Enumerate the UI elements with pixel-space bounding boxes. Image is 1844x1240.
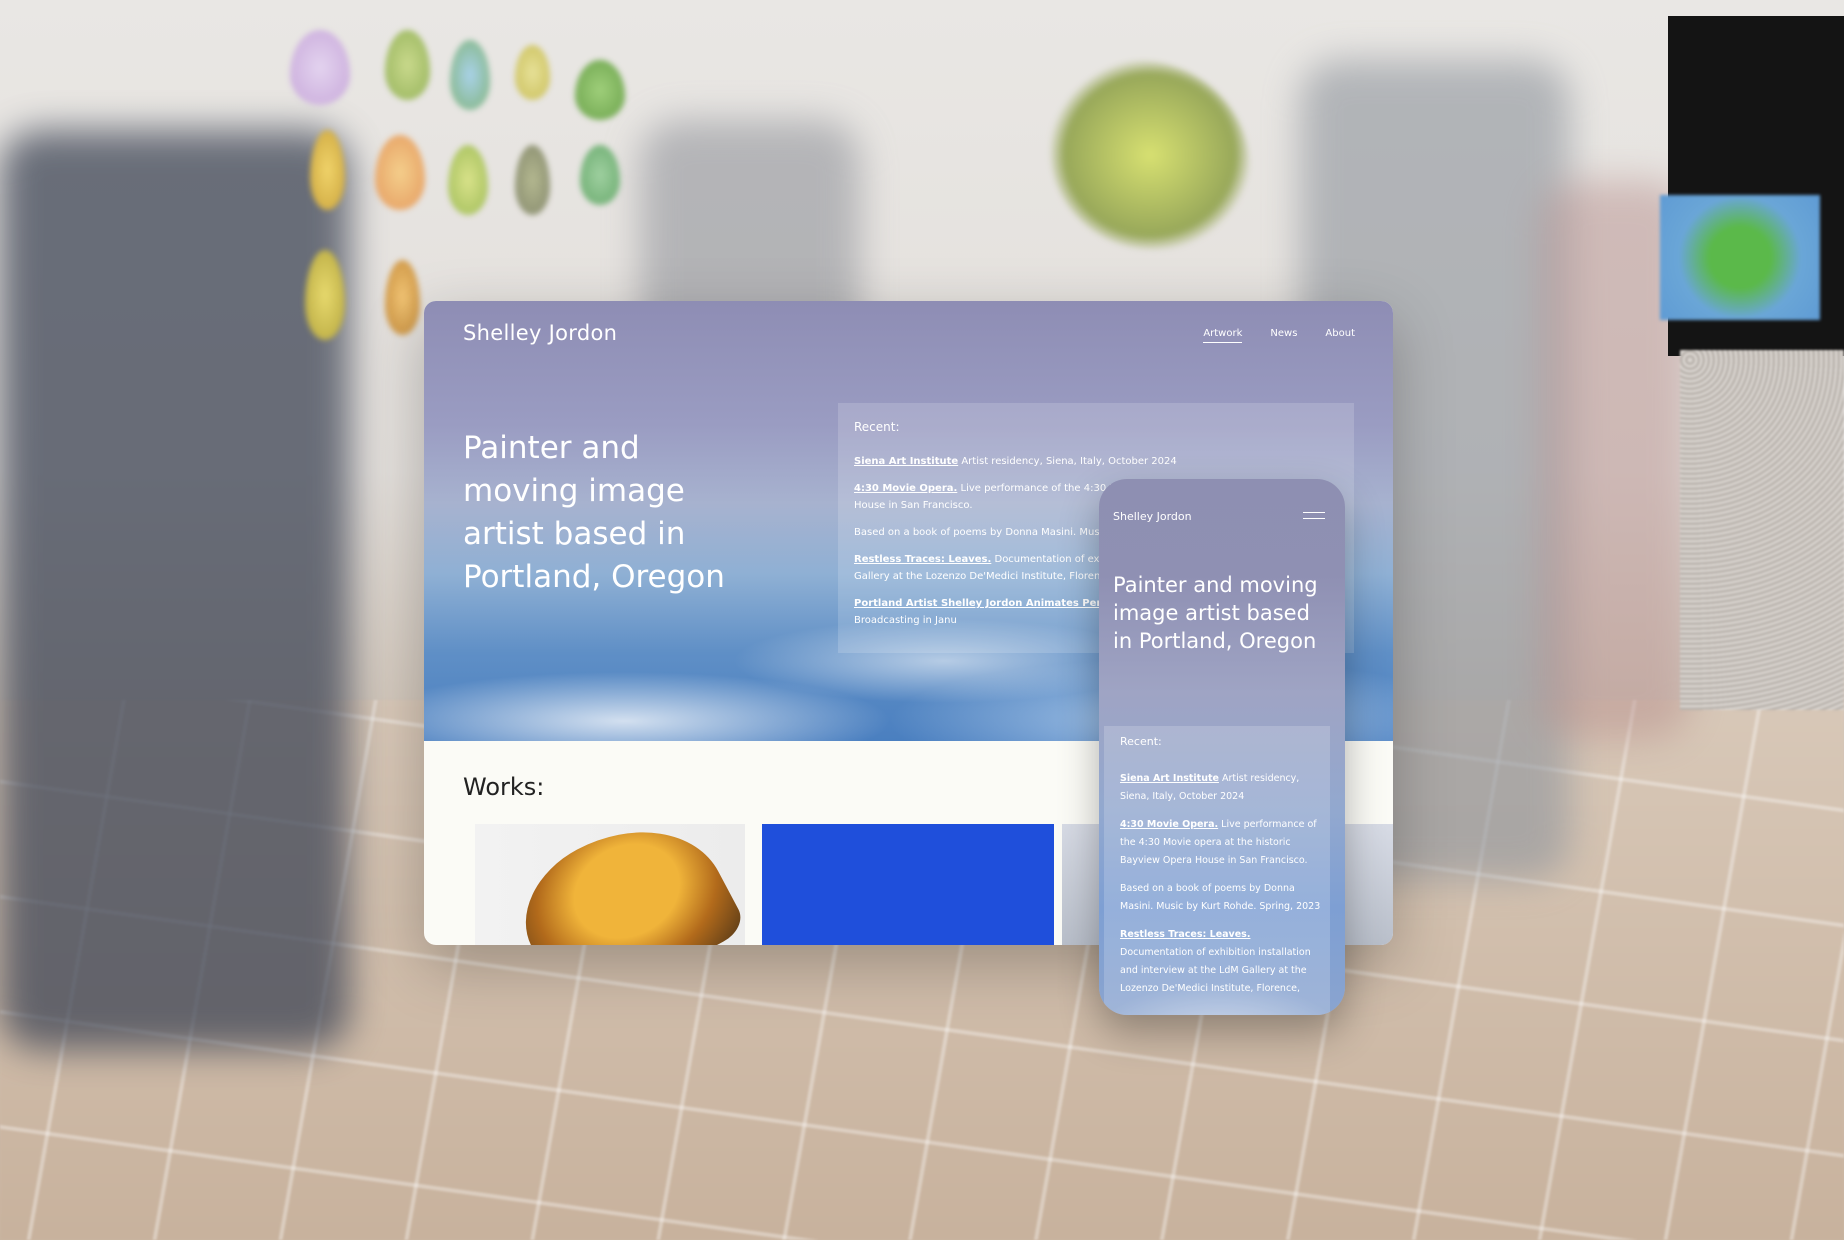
list-item: Siena Art Institute Artist residency, Si…	[1120, 770, 1324, 806]
wall-artwork-large-leaf	[1050, 60, 1250, 250]
recent-title: Recent:	[854, 420, 900, 434]
blurred-person	[0, 130, 350, 1050]
mobile-brand[interactable]: Shelley Jordon	[1113, 510, 1192, 523]
hero-headline: Painter and moving image artist based in…	[463, 430, 725, 595]
recent-text: Artist residency, Siena, Italy, October …	[958, 456, 1177, 467]
wall-artwork	[450, 40, 490, 110]
nav-news[interactable]: News	[1270, 328, 1297, 343]
recent-link[interactable]: Siena Art Institute	[1120, 773, 1219, 784]
recent-text: Documentation of exhibition installation…	[1120, 947, 1311, 994]
wall-artwork	[290, 30, 350, 105]
wall-artwork	[375, 135, 425, 210]
wall-artwork	[515, 45, 550, 100]
work-thumbnail-leaf[interactable]	[475, 795, 749, 945]
hamburger-menu-icon[interactable]	[1303, 512, 1325, 524]
nav-artwork[interactable]: Artwork	[1203, 328, 1243, 343]
monitor-screen	[1660, 195, 1820, 320]
work-thumbnail-blue[interactable]	[762, 824, 1054, 945]
mobile-site-mockup: Shelley Jordon Painter and moving image …	[1099, 479, 1345, 1015]
main-nav: Artwork News About	[1203, 328, 1355, 343]
wall-artwork	[515, 145, 550, 215]
recent-link[interactable]: 4:30 Movie Opera.	[1120, 819, 1218, 830]
mobile-headline: Painter and moving image artist based in…	[1113, 573, 1318, 653]
nav-about[interactable]: About	[1325, 328, 1355, 343]
wall-artwork	[310, 130, 345, 210]
works-title: Works:	[463, 773, 545, 801]
mobile-recent-title: Recent:	[1120, 735, 1162, 748]
recent-link[interactable]: Portland Artist Shelley Jordon Animates …	[854, 598, 1128, 609]
list-item: Siena Art Institute Artist residency, Si…	[854, 453, 1334, 470]
list-item: Based on a book of poems by Donna Masini…	[1120, 880, 1324, 916]
wall-artwork	[575, 60, 625, 120]
recent-link[interactable]: Restless Traces: Leaves.	[1120, 929, 1250, 940]
wall-artwork	[385, 260, 420, 335]
site-brand[interactable]: Shelley Jordon	[463, 321, 617, 345]
recent-text: Based on a book of poems by Donna Masini…	[1120, 883, 1321, 912]
recent-link[interactable]: 4:30 Movie Opera.	[854, 483, 957, 494]
wall-artwork	[385, 30, 430, 100]
mobile-recent-panel: Recent: Siena Art Institute Artist resid…	[1104, 726, 1330, 1015]
mobile-recent-list: Siena Art Institute Artist residency, Si…	[1120, 770, 1324, 1008]
list-item: 4:30 Movie Opera. Live performance of th…	[1120, 816, 1324, 870]
terrazzo-counter	[1680, 350, 1844, 710]
leaf-painting	[501, 795, 749, 945]
list-item: Restless Traces: Leaves. Documentation o…	[1120, 926, 1324, 998]
recent-link[interactable]: Siena Art Institute	[854, 456, 958, 467]
wall-artwork	[580, 145, 620, 205]
recent-link[interactable]: Restless Traces: Leaves.	[854, 554, 991, 565]
wall-artwork	[448, 145, 488, 215]
